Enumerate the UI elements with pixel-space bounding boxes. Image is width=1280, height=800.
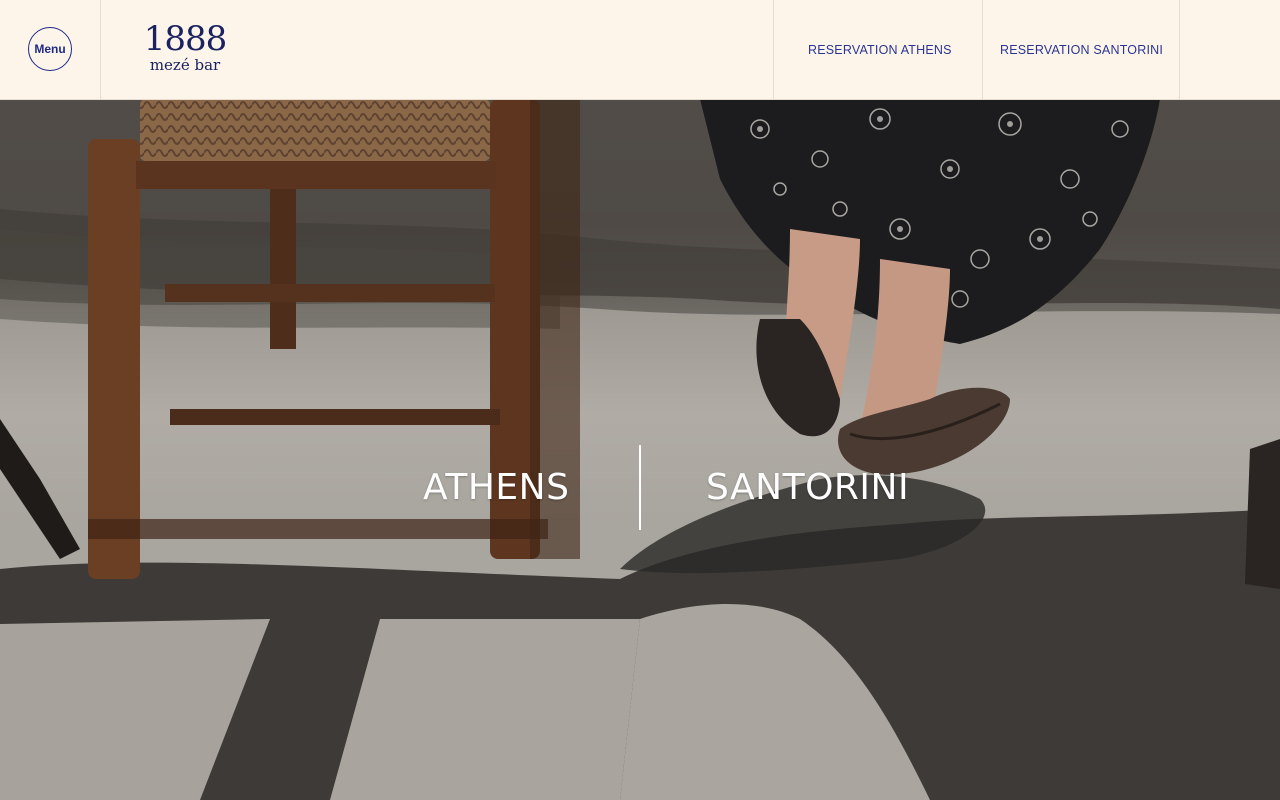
menu-cell: Menu [0, 0, 101, 99]
city-link-athens[interactable]: ATHENS [423, 467, 569, 508]
logo-subtitle: mezé bar [149, 56, 221, 74]
menu-button[interactable]: Menu [28, 27, 72, 71]
nav-divider [982, 0, 983, 99]
nav-divider [1179, 0, 1180, 99]
logo[interactable]: 1888 mezé bar [140, 22, 230, 74]
city-link-santorini[interactable]: SANTORINI [706, 467, 909, 508]
nav-divider [773, 0, 774, 99]
city-divider [639, 445, 641, 530]
nav-reservation-athens[interactable]: RESERVATION ATHENS [808, 41, 952, 59]
nav-reservation-santorini[interactable]: RESERVATION SANTORINI [1000, 41, 1163, 59]
site-header: Menu 1888 mezé bar RESERVATION ATHENS RE… [0, 0, 1280, 100]
logo-number: 1888 [143, 19, 228, 59]
hero-image: ATHENS SANTORINI [0, 99, 1280, 800]
